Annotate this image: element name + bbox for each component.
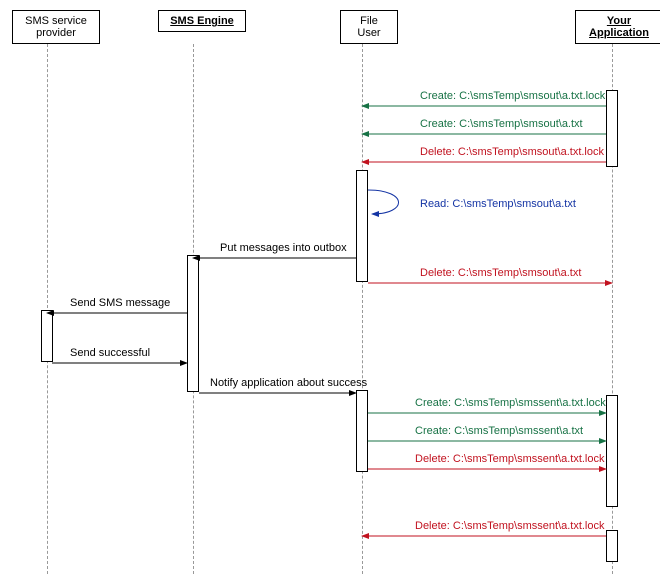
participant-label: SMS serviceprovider	[25, 15, 87, 39]
sequence-diagram: SMS serviceprovider SMS Engine FileUser …	[0, 0, 660, 584]
arrow-m9	[199, 390, 362, 398]
msg-delete-lock-sent-2: Delete: C:\smsTemp\smssent\a.txt.lock	[415, 520, 605, 532]
arrow-m11	[368, 438, 606, 446]
participant-file-user: FileUser	[340, 10, 398, 44]
arrow-m6	[368, 280, 612, 288]
msg-notify-success: Notify application about success	[210, 377, 367, 389]
msg-delete-lock-sent-1: Delete: C:\smsTemp\smssent\a.txt.lock	[415, 453, 605, 465]
arrow-m7	[47, 310, 188, 318]
arrow-m5	[193, 255, 356, 263]
activation-file-user-1	[356, 170, 368, 282]
msg-read-txt: Read: C:\smsTemp\smsout\a.txt	[420, 198, 576, 210]
participant-label: YourApplication	[589, 15, 649, 39]
activation-your-app-2	[606, 395, 618, 507]
arrow-m8	[52, 360, 193, 368]
msg-put-outbox: Put messages into outbox	[220, 242, 347, 254]
arrow-m1	[362, 103, 606, 111]
participant-label: SMS Engine	[170, 15, 234, 27]
lifeline-sms-provider	[47, 44, 48, 574]
participant-sms-provider: SMS serviceprovider	[12, 10, 100, 44]
participant-your-application: YourApplication	[575, 10, 660, 44]
msg-create-lock-sent: Create: C:\smsTemp\smssent\a.txt.lock	[415, 397, 606, 409]
msg-delete-lock-out: Delete: C:\smsTemp\smsout\a.txt.lock	[420, 146, 604, 158]
activation-file-user-2	[356, 390, 368, 472]
msg-send-sms: Send SMS message	[70, 297, 170, 309]
arrow-m10	[368, 410, 606, 418]
msg-create-lock-out: Create: C:\smsTemp\smsout\a.txt.lock	[420, 90, 605, 102]
arrow-m12	[368, 466, 606, 474]
participant-sms-engine: SMS Engine	[158, 10, 246, 32]
msg-create-txt-sent: Create: C:\smsTemp\smssent\a.txt	[415, 425, 583, 437]
msg-create-txt-out: Create: C:\smsTemp\smsout\a.txt	[420, 118, 583, 130]
activation-your-app-3	[606, 530, 618, 562]
arrow-m13	[362, 533, 606, 541]
activation-sms-engine	[187, 255, 199, 392]
activation-your-app-1	[606, 90, 618, 167]
arrow-m2	[362, 131, 606, 139]
msg-send-successful: Send successful	[70, 347, 150, 359]
participant-label: FileUser	[357, 15, 380, 39]
lifeline-file-user	[362, 44, 363, 574]
arrow-m4	[368, 186, 418, 222]
msg-delete-txt-out: Delete: C:\smsTemp\smsout\a.txt	[420, 267, 581, 279]
arrow-m3	[362, 159, 606, 167]
